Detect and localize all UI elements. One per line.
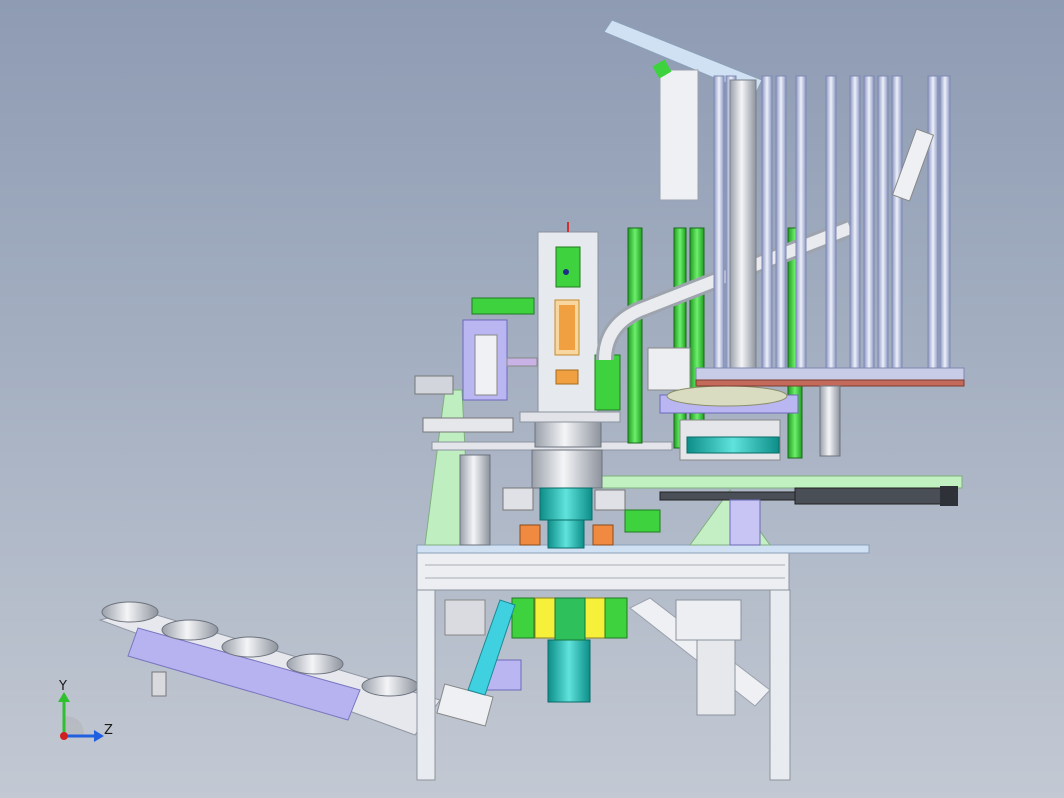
axis-triad: Y Z — [58, 679, 113, 742]
chute-part-5 — [361, 675, 419, 697]
machine-assembly-drawing: Y Z — [58, 19, 965, 781]
chute-part-4 — [286, 653, 344, 675]
chute-part-3 — [221, 636, 279, 658]
chute-part-1 — [101, 601, 159, 623]
z-axis-label: Z — [104, 723, 113, 738]
chute-part-2 — [161, 619, 219, 641]
horizontal-air-cylinder — [659, 486, 958, 506]
cad-viewport[interactable]: Y Z — [0, 0, 1064, 798]
x-axis-dot — [60, 732, 68, 740]
vertical-feed-rods — [603, 19, 965, 457]
y-axis-label: Y — [58, 679, 67, 694]
lower-drive-assembly — [444, 597, 771, 716]
